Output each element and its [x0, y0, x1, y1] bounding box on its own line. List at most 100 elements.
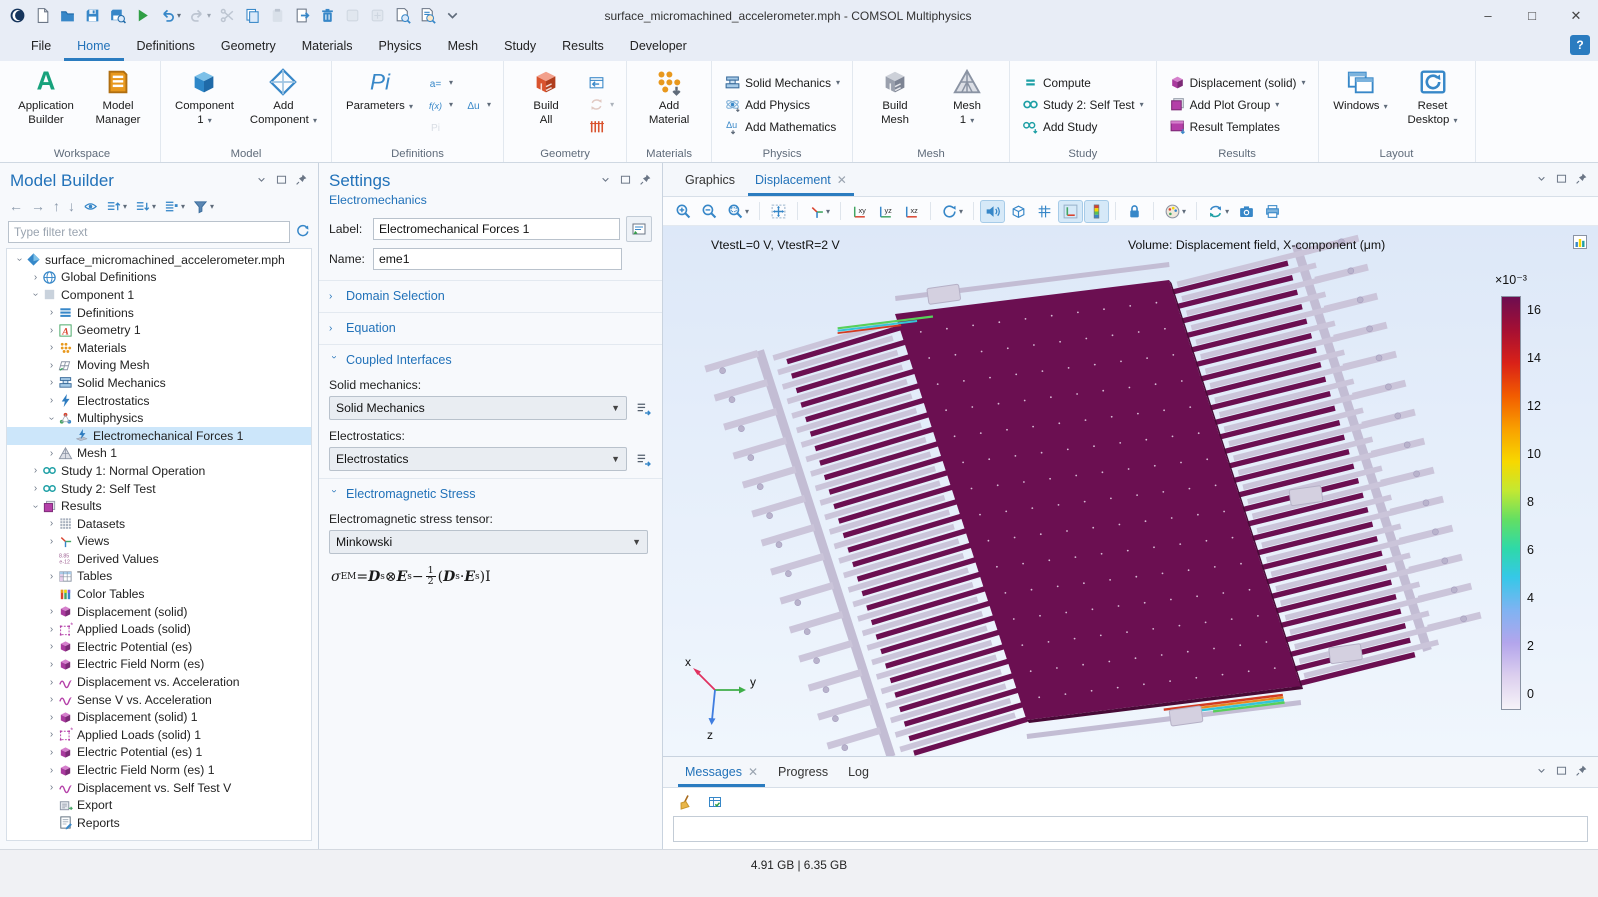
plot-window-icon[interactable] [1572, 234, 1588, 250]
expander-icon[interactable]: › [30, 288, 41, 301]
expander-icon[interactable]: › [45, 606, 58, 617]
displacement-solid-button[interactable]: Displacement (solid)▾ [1164, 72, 1311, 93]
menu-materials[interactable]: Materials [289, 31, 366, 61]
functions-button[interactable]: f(x)▾ [422, 94, 458, 115]
section-coupled-interfaces[interactable]: › Coupled Interfaces [319, 344, 662, 369]
print-button[interactable] [1260, 200, 1285, 223]
menu-geometry[interactable]: Geometry [208, 31, 289, 61]
filter-nodes-button[interactable]: ▾ [192, 198, 215, 215]
variables-button[interactable]: a=▾ [422, 72, 458, 93]
disabled-tool-2-button[interactable] [366, 5, 389, 26]
tree-item-electromechanical-forces-1[interactable]: Electromechanical Forces 1 [7, 427, 311, 445]
view-lock-button[interactable] [1122, 200, 1147, 223]
expander-icon[interactable]: › [45, 307, 58, 318]
tree-item-displacement-vs-self-test-v[interactable]: ›Displacement vs. Self Test V [7, 779, 311, 797]
close-icon[interactable]: ✕ [748, 765, 758, 779]
tree-item-solid-mechanics[interactable]: ›Solid Mechanics [7, 374, 311, 392]
panel-pin-button[interactable] [1575, 172, 1588, 188]
add-mathematics-button[interactable]: ΔuAdd Mathematics [719, 116, 845, 137]
tree-item-study-2-self-test[interactable]: ›Study 2: Self Test [7, 480, 311, 498]
qat-more-button[interactable] [441, 5, 464, 26]
show-color-legend-button[interactable] [1084, 200, 1109, 223]
cut-button[interactable] [216, 5, 239, 26]
expander-icon[interactable]: › [45, 624, 58, 635]
copy-button[interactable] [241, 5, 264, 26]
panel-menu-button[interactable] [1535, 764, 1548, 780]
preview-doc-2-button[interactable] [416, 5, 439, 26]
messages-output[interactable] [673, 816, 1588, 842]
refresh-button[interactable] [295, 223, 310, 241]
zoom-in-button[interactable] [671, 200, 696, 223]
messages-tab-progress[interactable]: Progress [768, 757, 838, 787]
go-to-source-button[interactable] [635, 400, 652, 417]
expander-icon[interactable]: › [46, 412, 57, 425]
redo-button[interactable]: ▾ [186, 5, 214, 26]
expander-icon[interactable]: › [45, 395, 58, 406]
expander-icon[interactable]: › [45, 377, 58, 388]
expander-icon[interactable]: › [45, 747, 58, 758]
go-forward-button[interactable]: → [30, 197, 46, 215]
import-geometry-button[interactable] [583, 72, 619, 93]
study-2-self-test-button[interactable]: Study 2: Self Test▾ [1017, 94, 1149, 115]
open-file-button[interactable] [56, 5, 79, 26]
tree-item-electrostatics[interactable]: ›Electrostatics [7, 392, 311, 410]
tree-item-color-tables[interactable]: Color Tables [7, 585, 311, 603]
rotate-view-button[interactable]: ▾ [937, 200, 967, 223]
expander-icon[interactable]: › [45, 518, 58, 529]
move-up-button[interactable]: ↑ [52, 197, 61, 215]
panel-pin-button[interactable] [295, 173, 308, 189]
section-electromagnetic-stress[interactable]: › Electromagnetic Stress [319, 478, 662, 503]
panel-float-button[interactable] [1555, 172, 1568, 188]
transparency-button[interactable] [1006, 200, 1031, 223]
messages-tab-messages[interactable]: Messages✕ [675, 757, 768, 787]
stress-tensor-combo[interactable]: Minkowski ▼ [329, 530, 648, 554]
tree-item-derived-values[interactable]: 8.85e-12Derived Values [7, 550, 311, 568]
parameter-case-button[interactable]: Pi [422, 116, 458, 137]
panel-pin-button[interactable] [639, 173, 652, 189]
compute-button[interactable]: Compute [1017, 72, 1149, 93]
tree-item-electric-potential-es-1[interactable]: ›Electric Potential (es) 1 [7, 744, 311, 762]
panel-menu-button[interactable] [1535, 172, 1548, 188]
expander-icon[interactable]: › [29, 272, 42, 283]
zoom-extents-button[interactable] [766, 200, 791, 223]
name-input[interactable] [373, 248, 622, 270]
build-all-button[interactable]: Build All [511, 64, 581, 145]
zoom-box-button[interactable]: ▾ [723, 200, 753, 223]
table-settings-button[interactable] [703, 791, 727, 813]
expander-icon[interactable]: › [45, 677, 58, 688]
menu-study[interactable]: Study [491, 31, 549, 61]
section-equation[interactable]: › Equation [319, 312, 662, 337]
scene-light-button[interactable] [980, 200, 1005, 223]
virtual-operations-button[interactable] [583, 116, 619, 137]
rename-button[interactable] [626, 216, 652, 242]
go-to-xz-view-button[interactable]: xz [899, 200, 924, 223]
menu-developer[interactable]: Developer [617, 31, 700, 61]
parameters-button[interactable]: PiParameters ▾ [339, 64, 420, 145]
minimize-button[interactable]: – [1466, 0, 1510, 31]
tree-item-results[interactable]: ›Results [7, 497, 311, 515]
go-back-button[interactable]: ← [8, 197, 24, 215]
help-button[interactable]: ? [1570, 35, 1590, 55]
model-manager-button[interactable]: Model Manager [83, 64, 153, 145]
menu-mesh[interactable]: Mesh [435, 31, 492, 61]
add-physics-button[interactable]: Add Physics [719, 94, 845, 115]
result-templates-button[interactable]: Result Templates [1164, 116, 1311, 137]
build-mesh-button[interactable]: Build Mesh [860, 64, 930, 145]
rebuild-button[interactable]: ▾ [583, 94, 619, 115]
maximize-button[interactable]: □ [1510, 0, 1554, 31]
clear-messages-button[interactable] [673, 791, 697, 813]
show-grid-button[interactable] [1032, 200, 1057, 223]
tree-item-electric-field-norm-es-1[interactable]: ›Electric Field Norm (es) 1 [7, 761, 311, 779]
model-tree-node-text-button[interactable]: ▾ [163, 198, 186, 215]
panel-menu-button[interactable] [255, 173, 268, 189]
close-button[interactable]: ✕ [1554, 0, 1598, 31]
tree-filter-input[interactable] [8, 221, 290, 243]
tree-item-displacement-solid-1[interactable]: ›Displacement (solid) 1 [7, 708, 311, 726]
expander-icon[interactable]: › [45, 448, 58, 459]
solid-mechanics-combo[interactable]: Solid Mechanics ▼ [329, 396, 627, 420]
menu-results[interactable]: Results [549, 31, 617, 61]
tree-item-datasets[interactable]: ›Datasets [7, 515, 311, 533]
disabled-tool-1-button[interactable] [341, 5, 364, 26]
expander-icon[interactable]: › [45, 659, 58, 670]
tree-item-materials[interactable]: ›Materials [7, 339, 311, 357]
